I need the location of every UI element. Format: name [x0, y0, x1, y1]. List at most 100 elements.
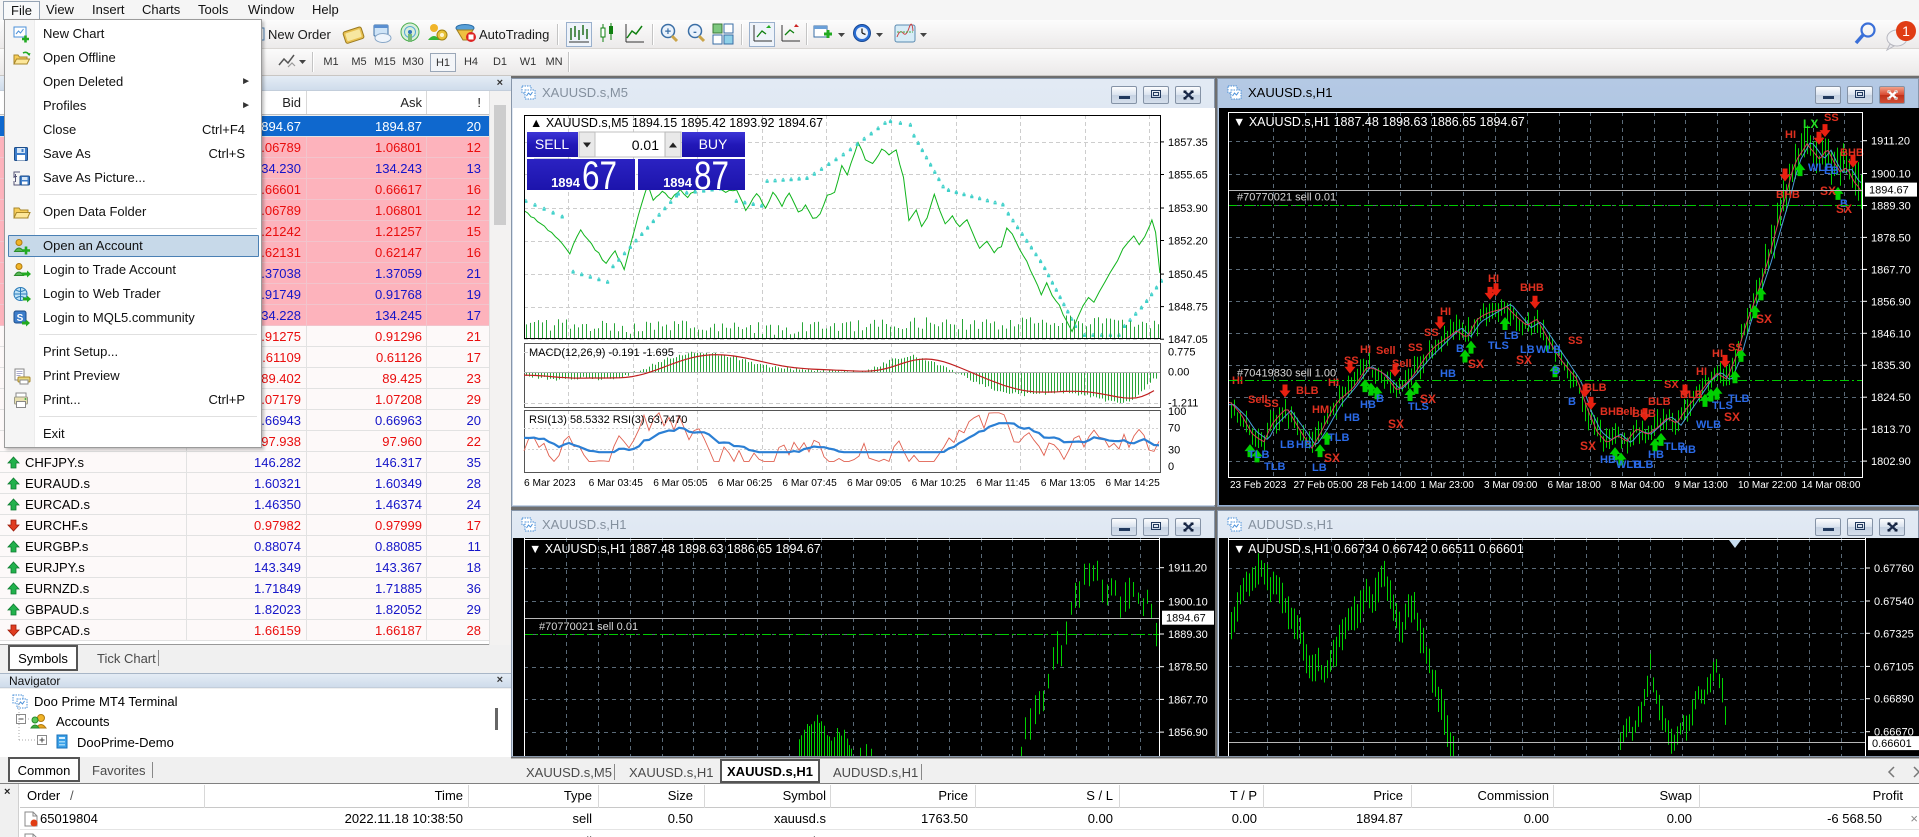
- svg-text:HI: HI: [1440, 306, 1451, 318]
- svg-text:1856.90: 1856.90: [1168, 727, 1208, 739]
- svg-text:9 Mar 13:00: 9 Mar 13:00: [1675, 480, 1729, 491]
- svg-text:SX: SX: [1724, 410, 1740, 424]
- svg-text:BLB: BLB: [1648, 396, 1671, 408]
- svg-text:28 Feb 14:00: 28 Feb 14:00: [1357, 480, 1416, 491]
- svg-text:RSI(13) 58.5332 RSI(3) 63,747: RSI(13) 58.5332 RSI(3) 63,7470: [529, 414, 687, 426]
- svg-text:6 Mar 07:45: 6 Mar 07:45: [782, 478, 837, 489]
- svg-text:SS: SS: [1568, 335, 1583, 347]
- svg-text:SX: SX: [1324, 451, 1340, 465]
- svg-text:LB: LB: [1504, 330, 1519, 342]
- svg-text:1850.45: 1850.45: [1168, 269, 1208, 281]
- svg-text:B: B: [1568, 396, 1576, 408]
- svg-text:HI: HI: [1696, 366, 1707, 378]
- svg-text:BUY: BUY: [699, 136, 728, 152]
- svg-text:3 Mar 09:00: 3 Mar 09:00: [1484, 480, 1538, 491]
- svg-text:0.01: 0.01: [632, 137, 659, 153]
- svg-text:-: -: [693, 26, 697, 38]
- svg-text:8 Mar 04:00: 8 Mar 04:00: [1611, 480, 1665, 491]
- svg-text:0.00: 0.00: [1168, 367, 1189, 379]
- svg-text:1857.35: 1857.35: [1168, 137, 1208, 149]
- svg-text:HB: HB: [1296, 439, 1312, 451]
- svg-text:B: B: [1552, 365, 1560, 377]
- svg-text:1802.90: 1802.90: [1871, 456, 1911, 468]
- svg-text:HM: HM: [1312, 404, 1329, 416]
- svg-text:SX: SX: [1836, 202, 1852, 216]
- svg-text:6 Mar 11:45: 6 Mar 11:45: [976, 478, 1030, 489]
- svg-text:6 Mar 03:45: 6 Mar 03:45: [589, 478, 644, 489]
- svg-text:HB: HB: [1344, 412, 1360, 424]
- svg-text:1894: 1894: [663, 175, 693, 190]
- svg-text:1867.70: 1867.70: [1168, 694, 1208, 706]
- svg-text:HB: HB: [1360, 399, 1376, 411]
- svg-text:SX: SX: [1468, 357, 1484, 371]
- svg-text:BLB: BLB: [1680, 389, 1703, 401]
- svg-text:1900.10: 1900.10: [1168, 596, 1208, 608]
- svg-text:1878.50: 1878.50: [1871, 232, 1911, 244]
- svg-text:1911.20: 1911.20: [1168, 563, 1207, 575]
- svg-text:1856.90: 1856.90: [1871, 296, 1911, 308]
- svg-text:SX: SX: [1420, 392, 1436, 406]
- svg-text:6 Mar 13:05: 6 Mar 13:05: [1041, 478, 1096, 489]
- svg-text:6 Mar 10:25: 6 Mar 10:25: [912, 478, 967, 489]
- svg-text:1855.65: 1855.65: [1168, 170, 1208, 182]
- svg-text:B: B: [1376, 393, 1384, 405]
- svg-text:SX: SX: [1756, 312, 1772, 326]
- svg-text:1878.50: 1878.50: [1168, 662, 1208, 674]
- svg-text:BLB: BLB: [1296, 385, 1319, 397]
- svg-text:Sell: Sell: [1376, 345, 1396, 357]
- svg-text:23 Feb 2023: 23 Feb 2023: [1230, 480, 1287, 491]
- svg-text:1 Mar 23:00: 1 Mar 23:00: [1421, 480, 1475, 491]
- svg-text:HI: HI: [1360, 344, 1371, 356]
- svg-text:6 Mar 05:05: 6 Mar 05:05: [653, 478, 708, 489]
- svg-text:100: 100: [1168, 406, 1186, 418]
- svg-text:27 Feb 05:00: 27 Feb 05:00: [1294, 480, 1353, 491]
- svg-text:TLB: TLB: [1248, 449, 1269, 461]
- svg-text:HB: HB: [1440, 368, 1456, 380]
- svg-text:SS: SS: [1424, 327, 1439, 339]
- svg-text:+: +: [665, 26, 671, 38]
- svg-text:TLB: TLB: [1728, 393, 1749, 405]
- svg-text:1824.50: 1824.50: [1871, 392, 1911, 404]
- svg-text:1894: 1894: [551, 175, 581, 190]
- svg-text:1889.30: 1889.30: [1168, 629, 1208, 641]
- svg-text:HB: HB: [1600, 454, 1616, 466]
- svg-text:SX: SX: [1388, 417, 1404, 431]
- svg-text:0.775: 0.775: [1168, 347, 1196, 359]
- svg-text:1848.75: 1848.75: [1168, 302, 1208, 314]
- svg-text:6 Mar 14:25: 6 Mar 14:25: [1105, 478, 1160, 489]
- svg-text:LX: LX: [1803, 117, 1818, 131]
- svg-text:#70419830 sell 1.00: #70419830 sell 1.00: [1237, 367, 1336, 379]
- svg-text:1813.70: 1813.70: [1871, 424, 1911, 436]
- svg-text:▼ XAUUSD.s,H1 1887.48 1898.63: ▼ XAUUSD.s,H1 1887.48 1898.63 1886.65 18…: [1233, 115, 1525, 129]
- svg-text:1894.67: 1894.67: [1869, 185, 1909, 197]
- svg-text:14 Mar 08:00: 14 Mar 08:00: [1802, 480, 1861, 491]
- svg-text:70: 70: [1168, 423, 1180, 435]
- svg-text:WLB: WLB: [1696, 419, 1721, 431]
- svg-text:TLB: TLB: [1328, 432, 1349, 444]
- svg-text:6 Mar 2023: 6 Mar 2023: [524, 478, 576, 489]
- svg-text:1911.20: 1911.20: [1871, 136, 1910, 148]
- svg-text:SX: SX: [1580, 439, 1596, 453]
- svg-text:87: 87: [694, 154, 729, 198]
- svg-text:0.67325: 0.67325: [1874, 628, 1914, 640]
- svg-text:0.67540: 0.67540: [1874, 596, 1914, 608]
- svg-text:HI: HI: [1712, 348, 1723, 360]
- svg-text:6 Mar 18:00: 6 Mar 18:00: [1548, 480, 1602, 491]
- svg-text:1: 1: [1902, 23, 1910, 39]
- svg-text:LB: LB: [1280, 439, 1295, 451]
- svg-text:67: 67: [582, 154, 617, 198]
- svg-text:1835.30: 1835.30: [1871, 360, 1911, 372]
- svg-text:▲ XAUUSD.s,M5 1894.15 1895.42: ▲ XAUUSD.s,M5 1894.15 1895.42 1893.92 18…: [530, 116, 823, 130]
- svg-text:1867.70: 1867.70: [1871, 264, 1911, 276]
- svg-text:BLB: BLB: [1584, 382, 1607, 394]
- svg-text:SX: SX: [1516, 353, 1532, 367]
- svg-text:1900.10: 1900.10: [1871, 169, 1911, 181]
- svg-text:TLB: TLB: [1264, 461, 1285, 473]
- svg-text:0.67105: 0.67105: [1874, 661, 1914, 673]
- svg-text:0.67760: 0.67760: [1874, 563, 1914, 575]
- svg-text:BHB: BHB: [1632, 408, 1656, 420]
- svg-text:MACD(12,26,9) -0.191 -1.695: MACD(12,26,9) -0.191 -1.695: [529, 347, 674, 359]
- svg-text:10 Mar 22:00: 10 Mar 22:00: [1738, 480, 1797, 491]
- svg-text:6 Mar 06:25: 6 Mar 06:25: [718, 478, 773, 489]
- svg-text:1847.05: 1847.05: [1168, 334, 1208, 346]
